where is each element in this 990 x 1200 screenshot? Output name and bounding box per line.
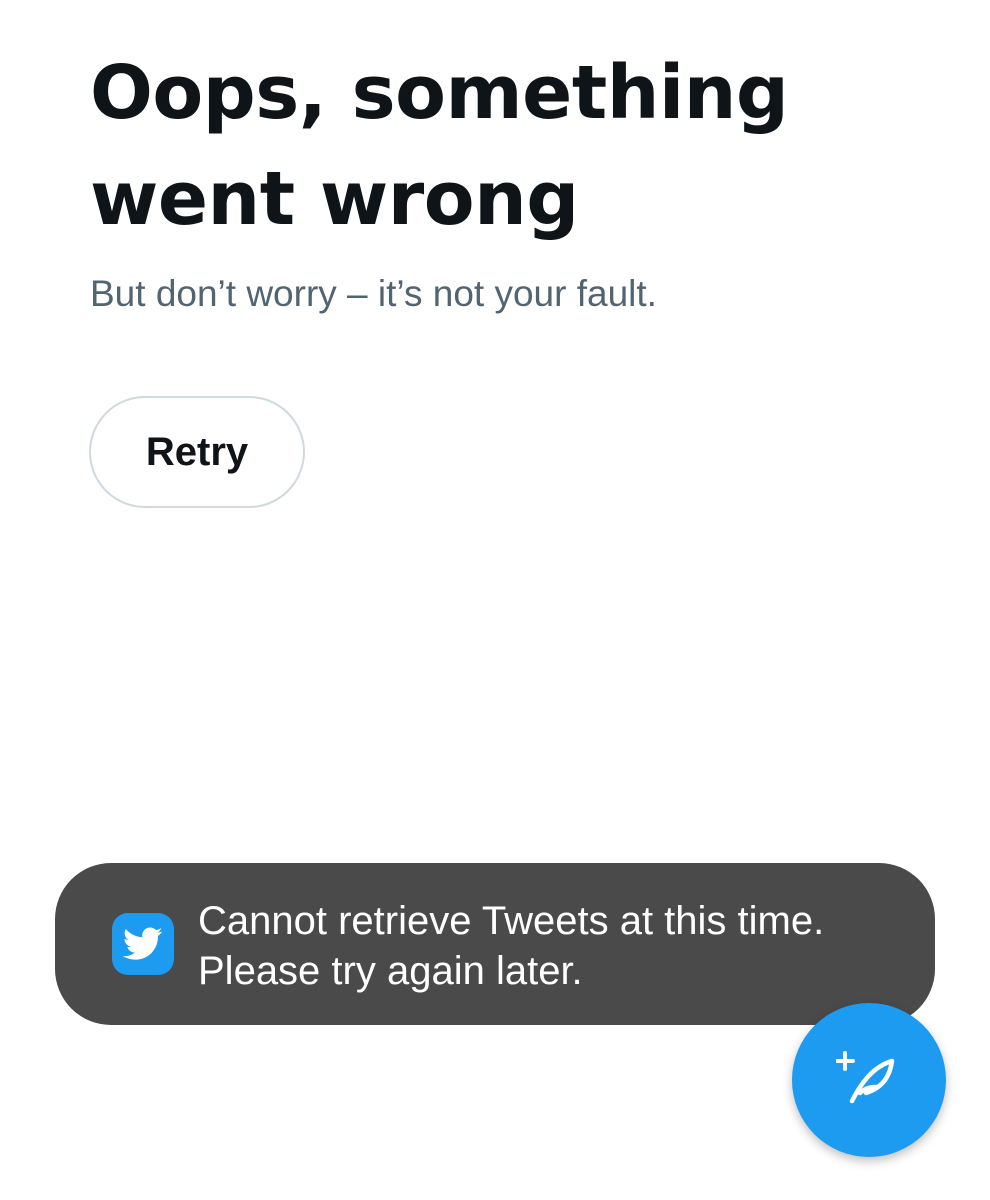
twitter-bird-icon — [112, 913, 174, 975]
compose-tweet-button[interactable] — [792, 1003, 946, 1157]
toast-message: Cannot retrieve Tweets at this time. Ple… — [198, 899, 825, 993]
error-title: Oops, something went wrong — [90, 50, 789, 242]
retry-button[interactable]: Retry — [89, 396, 305, 508]
toast-notification: Cannot retrieve Tweets at this time. Ple… — [55, 863, 935, 1025]
error-subtitle: But don’t worry – it’s not your fault. — [90, 273, 657, 314]
compose-tweet-icon — [835, 1045, 902, 1116]
